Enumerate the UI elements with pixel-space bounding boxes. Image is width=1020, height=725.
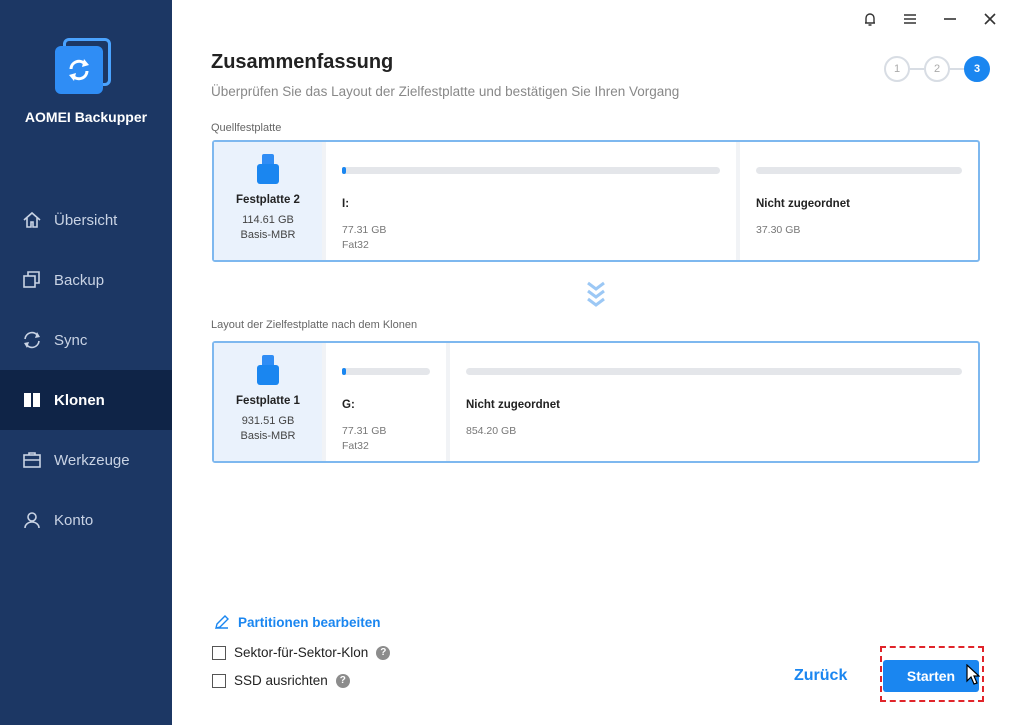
edit-partitions-link[interactable]: Partitionen bearbeiten — [214, 614, 381, 630]
back-button[interactable]: Zurück — [794, 667, 847, 685]
mouse-cursor-icon — [966, 663, 981, 691]
partition-size: 37.30 GB — [756, 224, 801, 236]
page-subtitle: Überprüfen Sie das Layout der Zielfestpl… — [211, 84, 680, 99]
source-partition-i: I: 77.31 GB Fat32 — [322, 142, 736, 260]
ssd-align-option: SSD ausrichten ? — [212, 673, 350, 688]
partition-size: 77.31 GB — [342, 224, 387, 236]
partition-name: Nicht zugeordnet — [466, 399, 560, 411]
sector-clone-label: Sektor-für-Sektor-Klon — [234, 645, 369, 660]
minimize-icon[interactable] — [930, 8, 970, 30]
target-disk-label: Layout der Zielfestplatte nach dem Klone… — [211, 319, 418, 331]
partition-name: I: — [342, 198, 350, 210]
clone-icon — [22, 390, 42, 410]
source-disk-layout: Festplatte 2 114.61 GB Basis-MBR I: 77.3… — [212, 140, 980, 262]
target-partition-unallocated[interactable]: Nicht zugeordnet 854.20 GB — [446, 343, 978, 461]
step-3: 3 — [964, 56, 990, 82]
disk-type: Basis-MBR — [240, 430, 296, 442]
partition-usage-bar — [756, 167, 962, 174]
usb-drive-icon — [257, 355, 279, 387]
partition-name: G: — [342, 399, 355, 411]
app-logo — [55, 38, 113, 96]
partition-fs: Fat32 — [342, 440, 369, 452]
source-disk-label: Quellfestplatte — [211, 122, 282, 134]
sector-clone-option: Sektor-für-Sektor-Klon ? — [212, 645, 391, 660]
sidebar-item-label: Konto — [54, 511, 94, 529]
help-icon[interactable]: ? — [376, 645, 391, 660]
usb-drive-icon — [257, 154, 279, 186]
sector-clone-checkbox[interactable] — [212, 645, 226, 660]
tools-icon — [22, 450, 42, 470]
sync-logo-icon — [69, 59, 89, 81]
ssd-align-label: SSD ausrichten — [234, 673, 328, 688]
disk-name: Festplatte 2 — [236, 194, 300, 206]
help-icon[interactable]: ? — [335, 673, 350, 688]
ssd-align-checkbox[interactable] — [212, 673, 226, 688]
user-icon — [22, 510, 42, 530]
partition-usage-bar — [342, 167, 720, 174]
disk-type: Basis-MBR — [240, 229, 296, 241]
sidebar: AOMEI Backupper Übersicht Backup Sync Kl… — [0, 0, 172, 725]
target-partition-g[interactable]: G: 77.31 GB Fat32 — [322, 343, 446, 461]
partition-name: Nicht zugeordnet — [756, 198, 850, 210]
sync-icon — [22, 330, 42, 350]
sidebar-nav: Übersicht Backup Sync Klonen Werkzeuge K… — [0, 190, 172, 550]
pencil-icon — [215, 615, 229, 629]
partition-size: 77.31 GB — [342, 425, 387, 437]
disk-size: 114.61 GB — [242, 214, 294, 226]
disk-name: Festplatte 1 — [236, 395, 300, 407]
start-button[interactable]: Starten — [883, 660, 979, 692]
sidebar-item-label: Werkzeuge — [54, 451, 130, 469]
sidebar-item-sync[interactable]: Sync — [0, 310, 172, 370]
backup-icon — [22, 270, 42, 290]
target-disk-card: Festplatte 1 931.51 GB Basis-MBR — [214, 343, 322, 461]
sidebar-item-account[interactable]: Konto — [0, 490, 172, 550]
sidebar-item-label: Klonen — [54, 391, 105, 409]
close-icon[interactable] — [970, 8, 1010, 30]
partition-usage-bar — [466, 368, 962, 375]
step-1: 1 — [884, 56, 910, 82]
edit-partitions-label: Partitionen bearbeiten — [238, 614, 381, 630]
bell-icon[interactable] — [850, 8, 890, 30]
app-name: AOMEI Backupper — [24, 109, 148, 125]
chevron-double-down-icon — [586, 280, 606, 310]
disk-size: 931.51 GB — [241, 415, 295, 427]
sidebar-item-label: Backup — [54, 271, 105, 289]
menu-icon[interactable] — [890, 8, 930, 30]
partition-size: 854.20 GB — [466, 425, 517, 437]
partition-fs: Fat32 — [342, 239, 369, 251]
partition-usage-bar — [342, 368, 430, 375]
sidebar-item-label: Sync — [54, 331, 88, 349]
step-2: 2 — [924, 56, 950, 82]
sidebar-item-backup[interactable]: Backup — [0, 250, 172, 310]
home-icon — [22, 210, 42, 230]
sidebar-item-label: Übersicht — [54, 211, 118, 229]
source-partition-unallocated: Nicht zugeordnet 37.30 GB — [736, 142, 978, 260]
sidebar-item-tools[interactable]: Werkzeuge — [0, 430, 172, 490]
window-controls — [850, 8, 1010, 30]
page-title: Zusammenfassung — [211, 51, 394, 73]
target-disk-layout: Festplatte 1 931.51 GB Basis-MBR G: 77.3… — [212, 341, 980, 463]
sidebar-item-clone[interactable]: Klonen — [0, 370, 172, 430]
sidebar-item-overview[interactable]: Übersicht — [0, 190, 172, 250]
source-disk-card: Festplatte 2 114.61 GB Basis-MBR — [214, 142, 322, 260]
step-indicator: 1 2 3 — [884, 56, 990, 82]
